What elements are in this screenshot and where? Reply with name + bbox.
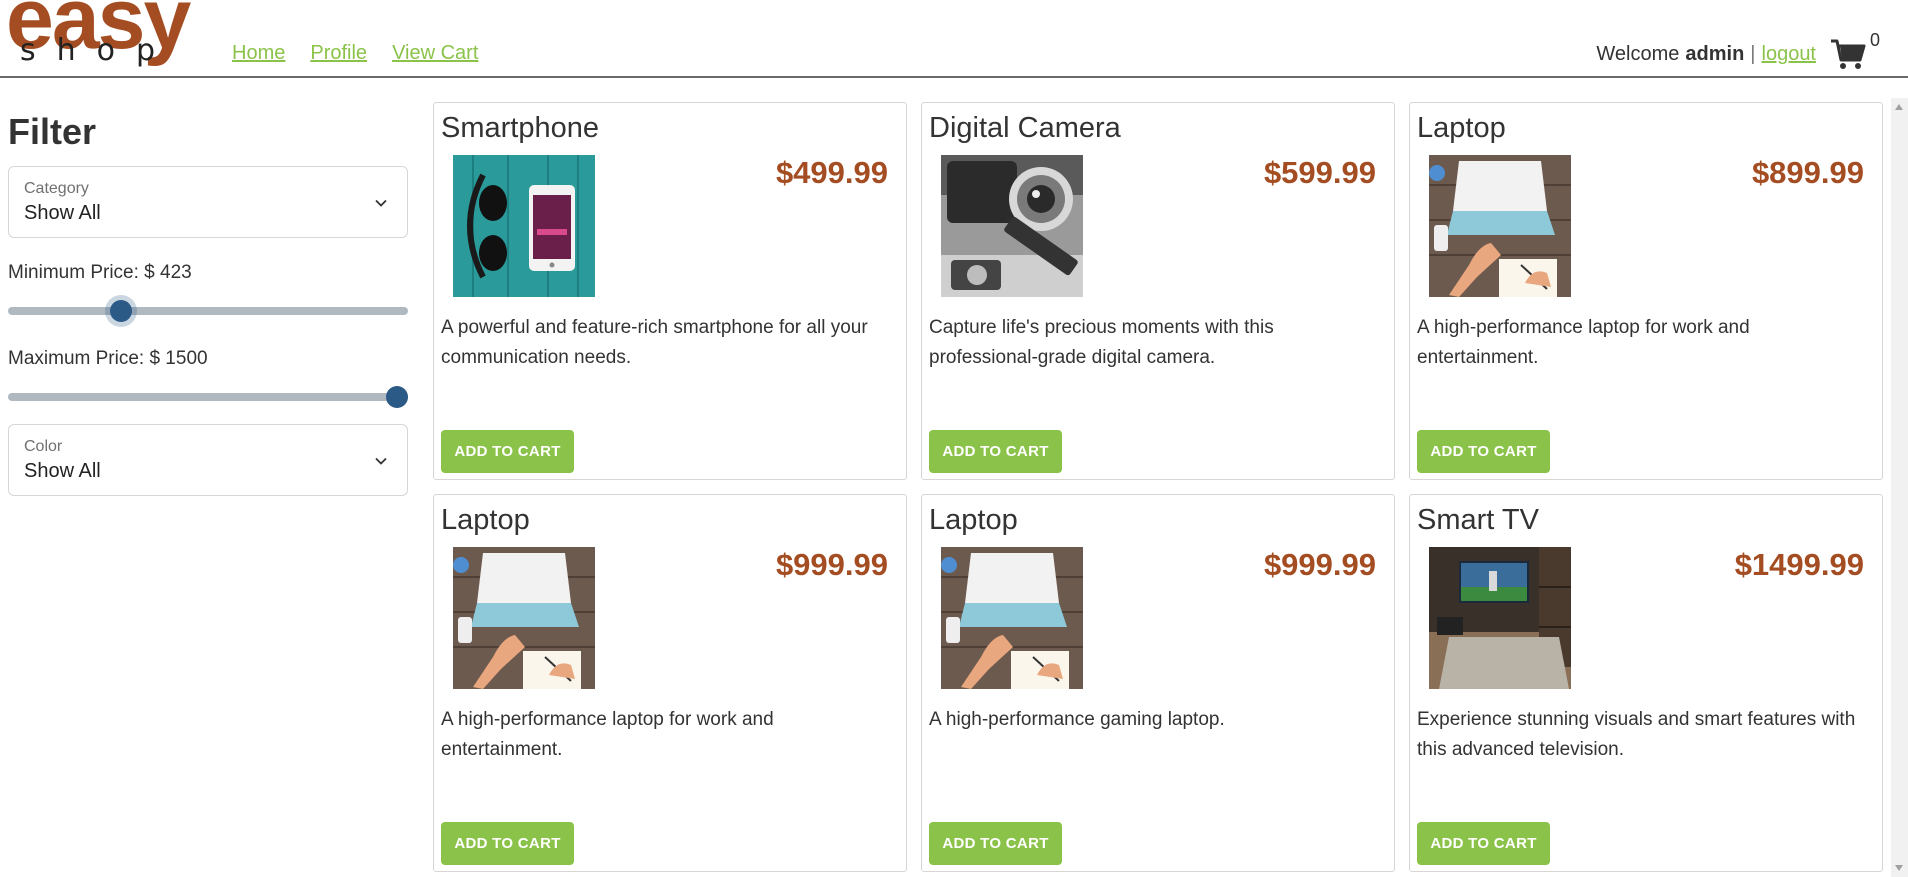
slider-thumb[interactable] bbox=[109, 300, 132, 322]
min-price-label: Minimum Price: $ 423 bbox=[8, 262, 192, 283]
color-select-value: Show All bbox=[24, 460, 101, 482]
camera-image bbox=[941, 155, 1083, 297]
product-price: $999.99 bbox=[775, 547, 888, 582]
slider-track bbox=[8, 307, 408, 315]
nav-view-cart-link[interactable]: View Cart bbox=[392, 42, 478, 65]
logout-link[interactable]: logout bbox=[1762, 43, 1817, 66]
color-select-label: Color bbox=[24, 438, 63, 455]
cart-count-badge: 0 bbox=[1870, 30, 1881, 50]
cart-button[interactable]: 0 bbox=[1830, 30, 1880, 74]
product-price: $999.99 bbox=[1263, 547, 1376, 582]
product-description: A powerful and feature-rich smartphone f… bbox=[441, 317, 868, 368]
user-area: Welcome admin | logout 0 bbox=[1596, 30, 1880, 74]
product-grid: Smartphone $499.99 A powerful and featur… bbox=[433, 102, 1883, 872]
product-card: Laptop $899.99 A high-performance laptop… bbox=[1409, 102, 1883, 480]
smart-tv-room-image bbox=[1429, 547, 1571, 689]
welcome-text: Welcome bbox=[1596, 42, 1680, 65]
product-description: A high-performance laptop for work and e… bbox=[441, 709, 774, 760]
chevron-down-icon bbox=[375, 199, 387, 207]
slider-track bbox=[8, 393, 408, 401]
product-name: Laptop bbox=[441, 504, 530, 536]
scroll-up-icon[interactable] bbox=[1895, 104, 1903, 110]
logo-subtitle: shop bbox=[20, 33, 177, 68]
laptop-desk-image bbox=[453, 547, 595, 689]
chevron-down-icon bbox=[375, 457, 387, 465]
product-card: Smartphone $499.99 A powerful and featur… bbox=[433, 102, 907, 480]
category-select[interactable]: Category Show All bbox=[8, 166, 408, 238]
category-select-label: Category bbox=[24, 180, 89, 197]
slider-thumb[interactable] bbox=[386, 386, 408, 408]
page-scrollbar[interactable] bbox=[1891, 98, 1908, 877]
filter-panel: Filter Category Show All Minimum Price: … bbox=[8, 112, 408, 496]
scroll-down-icon[interactable] bbox=[1895, 865, 1903, 871]
max-price-slider[interactable] bbox=[8, 384, 408, 410]
product-description: Experience stunning visuals and smart fe… bbox=[1417, 709, 1856, 760]
add-to-cart-button[interactable]: ADD TO CART bbox=[1417, 430, 1550, 473]
smartphone-headphones-image bbox=[453, 155, 595, 297]
laptop-desk-image bbox=[1429, 155, 1571, 297]
nav-home-link[interactable]: Home bbox=[232, 42, 285, 65]
category-select-value: Show All bbox=[24, 202, 101, 224]
product-card: Digital Camera $599.99 Capture life's pr… bbox=[921, 102, 1395, 480]
nav-profile-link[interactable]: Profile bbox=[310, 42, 367, 65]
product-name: Laptop bbox=[929, 504, 1018, 536]
username: admin bbox=[1685, 42, 1745, 65]
filter-title: Filter bbox=[8, 111, 97, 152]
add-to-cart-button[interactable]: ADD TO CART bbox=[929, 822, 1062, 865]
product-card: Smart TV $1499.99 Experience stunning vi… bbox=[1409, 494, 1883, 872]
separator: | bbox=[1750, 42, 1756, 65]
product-description: Capture life's precious moments with thi… bbox=[929, 317, 1274, 368]
product-description: A high-performance gaming laptop. bbox=[929, 709, 1225, 730]
add-to-cart-button[interactable]: ADD TO CART bbox=[1417, 822, 1550, 865]
product-name: Laptop bbox=[1417, 112, 1506, 144]
product-name: Smart TV bbox=[1417, 504, 1539, 536]
max-price-label: Maximum Price: $ 1500 bbox=[8, 348, 208, 369]
add-to-cart-button[interactable]: ADD TO CART bbox=[929, 430, 1062, 473]
color-select[interactable]: Color Show All bbox=[8, 424, 408, 496]
min-price-slider[interactable] bbox=[8, 298, 408, 324]
laptop-desk-image bbox=[941, 547, 1083, 689]
product-card: Laptop $999.99 A high-performance gaming… bbox=[921, 494, 1395, 872]
product-price: $499.99 bbox=[775, 155, 888, 190]
product-price: $899.99 bbox=[1751, 155, 1864, 190]
product-description: A high-performance laptop for work and e… bbox=[1417, 317, 1750, 368]
product-card: Laptop $999.99 A high-performance laptop… bbox=[433, 494, 907, 872]
product-price: $1499.99 bbox=[1734, 547, 1864, 582]
product-name: Smartphone bbox=[441, 112, 599, 144]
add-to-cart-button[interactable]: ADD TO CART bbox=[441, 822, 574, 865]
product-name: Digital Camera bbox=[929, 112, 1121, 144]
product-price: $599.99 bbox=[1263, 155, 1376, 190]
site-header: easy shop Home Profile View Cart Welcome… bbox=[0, 0, 1908, 78]
add-to-cart-button[interactable]: ADD TO CART bbox=[441, 430, 574, 473]
shopping-cart-icon bbox=[1831, 39, 1866, 69]
site-logo[interactable]: easy shop bbox=[6, 0, 216, 74]
main-nav: Home Profile View Cart bbox=[232, 42, 478, 65]
